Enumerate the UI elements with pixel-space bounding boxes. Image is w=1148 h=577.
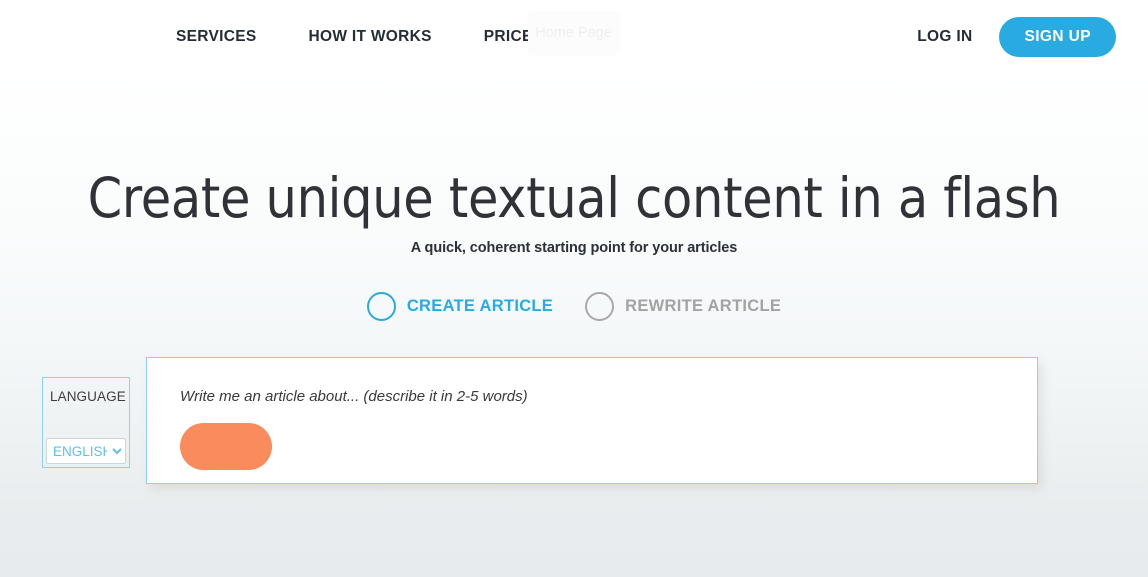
nav-links-group: SERVICES HOW IT WORKS PRICE LIST (176, 0, 572, 74)
nav-link-services[interactable]: SERVICES (176, 28, 257, 46)
nav-account-group: LOG IN SIGN UP (917, 0, 1116, 74)
article-input-card (146, 357, 1038, 484)
language-label: LANGUAGE (50, 389, 126, 404)
generate-article-button[interactable] (180, 423, 272, 470)
mode-label-create-article: CREATE ARTICLE (406, 297, 554, 315)
nav-link-how-it-works[interactable]: HOW IT WORKS (309, 28, 432, 46)
mode-selector: CREATE ARTICLE REWRITE ARTICLE (0, 292, 1148, 321)
page-title: Create unique textual content in a flash (87, 166, 1061, 230)
mode-option-rewrite-article[interactable]: REWRITE ARTICLE (585, 292, 781, 321)
page-root: SERVICES HOW IT WORKS PRICE LIST LOG IN … (0, 0, 1148, 577)
home-page-tooltip-label: Home Page (535, 25, 612, 41)
hero-section: Create unique textual content in a flash… (0, 74, 1148, 256)
login-link[interactable]: LOG IN (917, 28, 972, 46)
article-topic-input[interactable] (180, 388, 880, 405)
mode-option-create-article[interactable]: CREATE ARTICLE (366, 292, 554, 321)
radio-button-icon-create-article[interactable] (366, 292, 396, 321)
signup-button[interactable]: SIGN UP (999, 16, 1116, 58)
mode-label-rewrite-article: REWRITE ARTICLE (625, 297, 782, 315)
language-select[interactable]: ENGLISH (46, 438, 126, 464)
radio-button-icon-rewrite-article[interactable] (585, 292, 615, 321)
page-subtitle: A quick, coherent starting point for you… (410, 239, 738, 256)
language-selector-box: LANGUAGE ENGLISH (42, 377, 130, 468)
home-page-tooltip: Home Page (528, 12, 619, 54)
